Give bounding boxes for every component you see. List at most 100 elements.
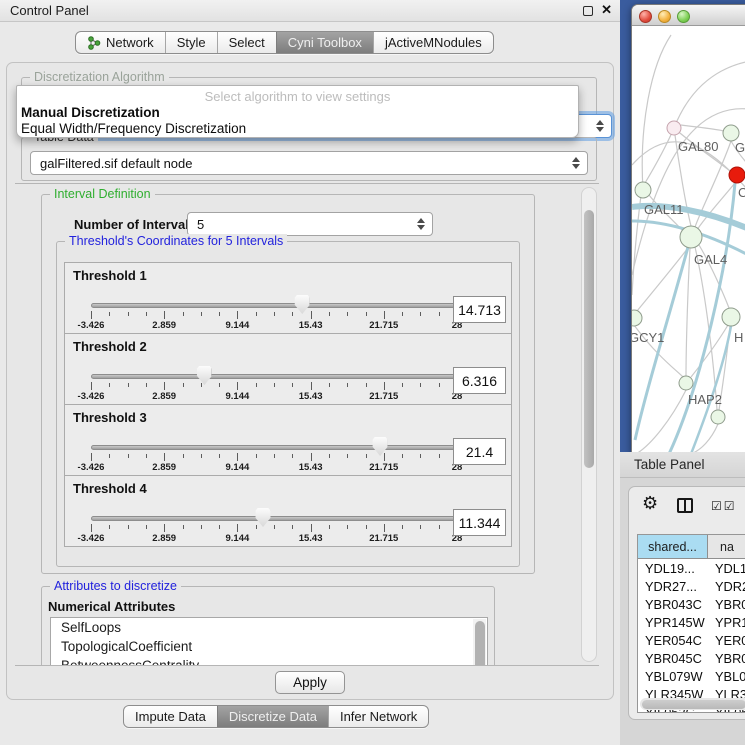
close-traffic-light-icon[interactable] [639, 10, 652, 23]
cell-name[interactable]: YBR043C [708, 595, 745, 613]
threshold-value-field[interactable]: 14.713 [453, 296, 506, 323]
network-node-label: HAP2 [688, 392, 722, 407]
network-edge[interactable] [681, 125, 724, 131]
number-of-intervals-combobox[interactable]: 5 [187, 212, 433, 236]
cell-shared-name[interactable]: YDR27... [638, 577, 708, 595]
network-node-gal4[interactable] [680, 226, 702, 248]
algorithm-option[interactable]: Manual Discretization [17, 105, 578, 121]
table-row[interactable]: YER054CYER054C [638, 631, 745, 649]
tab-impute-data[interactable]: Impute Data [124, 706, 217, 727]
cell-name[interactable]: YER054C [708, 631, 745, 649]
cell-shared-name[interactable]: YBL079W [638, 668, 708, 686]
slider-thumb[interactable] [197, 366, 212, 385]
slider-thumb[interactable] [295, 295, 310, 314]
slider-tick [274, 312, 275, 316]
attributes-scrollbar[interactable] [473, 619, 486, 666]
network-edge[interactable] [691, 424, 718, 454]
network-view-window[interactable]: GAL80GCGAL11GAL4GCY1HHAP2 [631, 4, 745, 454]
slider-tick [274, 454, 275, 458]
tab-jactivemnodules[interactable]: jActiveMNodules [373, 32, 493, 53]
close-icon[interactable]: ✕ [601, 2, 612, 18]
network-edge[interactable] [686, 248, 690, 376]
threshold-value-field[interactable]: 11.344 [453, 509, 506, 536]
cell-name[interactable]: YPR145W [708, 613, 745, 631]
table-row[interactable]: YBR043CYBR043C [638, 595, 745, 613]
checkbox-icons[interactable]: ☑☑ [711, 499, 737, 513]
slider-track[interactable] [91, 374, 457, 379]
table-row[interactable]: YBR045CYBR045C [638, 649, 745, 667]
cell-shared-name[interactable]: YPR145W [638, 613, 708, 631]
cell-shared-name[interactable]: YBR043C [638, 595, 708, 613]
network-window-titlebar[interactable] [632, 5, 745, 26]
slider-thumb[interactable] [256, 508, 271, 527]
network-node-gcy1[interactable] [632, 310, 642, 326]
network-node[interactable] [711, 410, 725, 424]
slider-tick [201, 525, 202, 529]
network-node-g[interactable] [723, 125, 739, 141]
network-edge[interactable] [645, 128, 674, 183]
table-row[interactable]: YDL19...YDL19 [638, 559, 745, 577]
split-columns-icon[interactable] [677, 498, 693, 513]
tab-style[interactable]: Style [165, 32, 217, 53]
cell-name[interactable]: YDL19 [708, 559, 745, 577]
table-panel: ⚙ ☑☑ shared... na YDL19...YDL19YDR27...Y… [628, 486, 745, 720]
slider-thumb[interactable] [373, 437, 388, 456]
float-window-icon[interactable] [583, 6, 593, 16]
threshold-value-field[interactable]: 21.4 [453, 438, 506, 465]
threshold-slider[interactable]: -3.4262.8599.14415.4321.71528 [91, 476, 457, 548]
network-node-hap2[interactable] [679, 376, 693, 390]
threshold-slider[interactable]: -3.4262.8599.14415.4321.71528 [91, 263, 457, 335]
network-node-c[interactable] [729, 167, 745, 183]
attribute-list-item[interactable]: TopologicalCoefficient [51, 637, 487, 656]
network-node-h[interactable] [722, 308, 740, 326]
tab-infer-network[interactable]: Infer Network [328, 706, 428, 727]
tab-label: Style [177, 35, 206, 50]
cell-name[interactable]: YBR045C [708, 649, 745, 667]
threshold-value-field[interactable]: 6.316 [453, 367, 506, 394]
table-row[interactable]: YBL079WYBL079W [638, 668, 745, 686]
table-data-combobox[interactable]: galFiltered.sif default node [30, 151, 588, 175]
minimize-traffic-light-icon[interactable] [658, 10, 671, 23]
table-row[interactable]: YPR145WYPR145W [638, 613, 745, 631]
column-header-name[interactable]: na [708, 535, 745, 558]
numerical-attributes-list[interactable]: SelfLoopsTopologicalCoefficientBetweenne… [50, 617, 488, 666]
attributes-title: Attributes to discretize [50, 579, 181, 594]
apply-button[interactable]: Apply [275, 671, 345, 694]
table-row[interactable]: YDR27...YDR27 [638, 577, 745, 595]
network-edge[interactable] [642, 35, 671, 190]
network-node-gal80[interactable] [667, 121, 681, 135]
slider-track[interactable] [91, 445, 457, 450]
attribute-list-item[interactable]: BetweennessCentrality [51, 656, 487, 666]
slider-track[interactable] [91, 516, 457, 521]
gear-icon[interactable]: ⚙ [642, 494, 658, 512]
tab-cyni-toolbox[interactable]: Cyni Toolbox [276, 32, 373, 53]
slider-track[interactable] [91, 303, 457, 308]
threshold-slider[interactable]: -3.4262.8599.14415.4321.71528 [91, 334, 457, 406]
cell-shared-name[interactable]: YER054C [638, 631, 708, 649]
column-header-shared-name[interactable]: shared... [638, 535, 708, 558]
zoom-traffic-light-icon[interactable] [677, 10, 690, 23]
algorithm-option[interactable]: Equal Width/Frequency Discretization [17, 121, 578, 137]
cell-shared-name[interactable]: YDL19... [638, 559, 708, 577]
cell-name[interactable]: YDR27 [708, 577, 745, 595]
table-horizontal-scrollbar[interactable] [640, 698, 745, 710]
cell-name[interactable]: YBL079W [708, 668, 745, 686]
tab-network[interactable]: Network [76, 32, 165, 53]
tab-select[interactable]: Select [217, 32, 276, 53]
threshold-slider[interactable]: -3.4262.8599.14415.4321.71528 [91, 405, 457, 477]
slider-tick [384, 453, 385, 461]
cell-shared-name[interactable]: YBR045C [638, 649, 708, 667]
threshold-panel: Threshold 1-3.4262.8599.14415.4321.71528… [64, 262, 512, 334]
network-node-gal11[interactable] [635, 182, 651, 198]
network-edge[interactable] [695, 247, 717, 410]
settings-vertical-scrollbar[interactable] [581, 187, 597, 662]
slider-tick [109, 383, 110, 387]
tab-discretize-data[interactable]: Discretize Data [217, 706, 328, 727]
network-canvas[interactable]: GAL80GCGAL11GAL4GCY1HHAP2 [632, 26, 745, 454]
thresholds-title: Threshold's Coordinates for 5 Intervals [65, 234, 287, 249]
slider-tick [329, 454, 330, 458]
tab-label: Infer Network [340, 709, 417, 724]
attribute-list-item[interactable]: SelfLoops [51, 618, 487, 637]
slider-tick [292, 312, 293, 316]
network-edge[interactable] [636, 390, 686, 454]
